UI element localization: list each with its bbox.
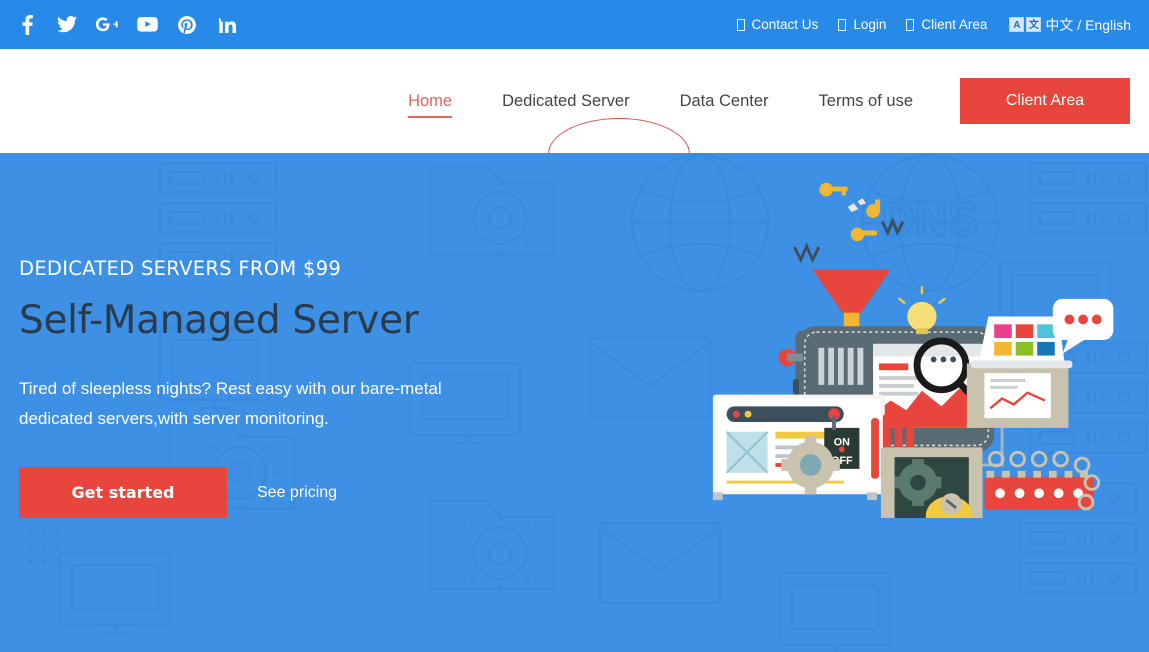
contact-us-link[interactable]: Contact Us (727, 17, 829, 32)
social-links (16, 14, 238, 36)
login-link[interactable]: Login (828, 17, 896, 32)
facebook-icon[interactable] (16, 14, 38, 36)
top-bar-links: Contact Us Login Client Area A 文 中文 / En… (727, 15, 1131, 35)
hero-section: DNS ON OFF DEDICATED SERVERS FROM $99 Se… (0, 153, 1149, 652)
hero-actions: Get started See pricing (19, 467, 489, 518)
hero-subtext: Tired of sleepless nights? Rest easy wit… (19, 379, 442, 428)
nav-items: Home Dedicated Server Data Center Terms … (383, 91, 938, 118)
translate-icon-cjk: 文 (1026, 17, 1042, 32)
nav-item-data-center[interactable]: Data Center (655, 92, 794, 111)
contact-us-label: Contact Us (751, 17, 819, 32)
google-plus-icon[interactable] (96, 14, 118, 36)
login-label: Login (853, 17, 887, 32)
main-nav: Home Dedicated Server Data Center Terms … (0, 49, 1149, 190)
nav-item-home[interactable]: Home (383, 91, 477, 118)
nav-item-terms-of-use[interactable]: Terms of use (794, 92, 938, 111)
hero-eyebrow: DEDICATED SERVERS FROM $99 (19, 257, 342, 280)
envelope-icon (736, 18, 745, 31)
active-underline (408, 116, 453, 118)
linkedin-icon[interactable] (216, 14, 238, 36)
get-started-button[interactable]: Get started (19, 467, 227, 518)
nav-item-dedicated-server[interactable]: Dedicated Server (477, 92, 654, 111)
hero-content: DEDICATED SERVERS FROM $99 Self-Managed … (19, 257, 489, 518)
client-area-label: Client Area (921, 17, 988, 32)
translate-icon-latin: A (1009, 17, 1025, 32)
hero-headline: Self-Managed Server (19, 298, 419, 343)
language-switcher[interactable]: A 文 中文 / English (1009, 15, 1131, 35)
language-label: 中文 / English (1045, 16, 1131, 33)
pinterest-icon[interactable] (176, 14, 198, 36)
lock-icon (906, 18, 915, 31)
see-pricing-link[interactable]: See pricing (257, 484, 337, 502)
server-machine-illustration: ON OFF (712, 182, 1114, 518)
translate-icon: A 文 (1009, 17, 1042, 32)
client-area-link[interactable]: Client Area (896, 17, 997, 32)
top-bar: Contact Us Login Client Area A 文 中文 / En… (0, 0, 1149, 49)
user-icon (838, 18, 847, 31)
client-area-button[interactable]: Client Area (960, 78, 1130, 124)
nav-item-home-label: Home (408, 91, 453, 110)
youtube-icon[interactable] (136, 14, 158, 36)
twitter-icon[interactable] (56, 14, 78, 36)
